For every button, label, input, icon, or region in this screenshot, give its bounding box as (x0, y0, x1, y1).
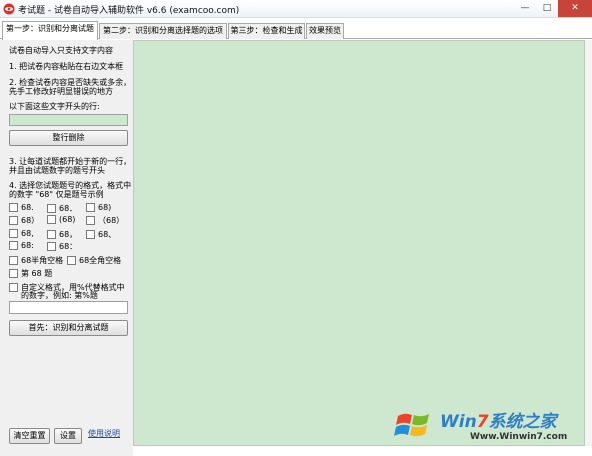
tab-step3[interactable]: 第三步：检查和生成 (228, 23, 305, 39)
checkbox-box[interactable] (9, 256, 18, 265)
instruction-1: 1. 把试卷内容粘贴在右边文本框 (9, 62, 124, 71)
minimize-button[interactable]: — (514, 0, 536, 17)
format-label: 68: (21, 241, 34, 250)
tab-step1[interactable]: 第一步：识别和分离试题 (2, 21, 98, 40)
checkbox-box[interactable] (9, 216, 18, 225)
watermark-cn: 系统之家 (488, 412, 557, 432)
format-label: 68， (59, 230, 78, 239)
help-link[interactable]: 使用说明 (88, 428, 120, 439)
window-controls: — □ ✕ (514, 0, 592, 18)
full-space-label: 68全角空格 (79, 256, 122, 265)
checkbox-box[interactable] (47, 242, 56, 251)
maximize-button[interactable]: □ (536, 0, 558, 17)
format-checkbox[interactable]: （68） (86, 215, 124, 226)
checkbox-box[interactable] (86, 230, 95, 239)
watermark-seven: 7 (476, 412, 489, 432)
format-checkbox[interactable]: 68： (47, 241, 77, 252)
format-checkbox[interactable]: 68． (47, 203, 77, 214)
checkbox-box[interactable] (47, 204, 56, 213)
delete-lines-button[interactable]: 整行删除 (9, 130, 128, 146)
format-checkbox[interactable]: 68、 (86, 229, 116, 240)
settings-button[interactable]: 设置 (54, 428, 82, 444)
instruction-2-line2: 先手工修改好明显错误的地方 (9, 87, 113, 96)
checkbox-box[interactable] (9, 241, 18, 250)
format-label: 68) (98, 203, 112, 212)
custom-format-input[interactable] (9, 301, 128, 314)
watermark-brand: Win7系统之家 (440, 407, 557, 432)
format-checkbox[interactable]: 68, (9, 229, 34, 238)
checkbox-box[interactable] (9, 203, 18, 212)
watermark-url: Www.Winwin7.com (470, 432, 568, 442)
format-label: 68, (21, 229, 34, 238)
instruction-4-line2: 的数字 "68" 仅是题号示例 (9, 190, 104, 199)
checkbox-box[interactable] (86, 203, 95, 212)
split-questions-button[interactable]: 首先：识别和分离试题 (9, 320, 128, 336)
format-label: (68) (59, 215, 76, 224)
format-checkbox[interactable]: 68） (9, 215, 39, 226)
tab-bar: 第一步：识别和分离试题 第二步：识别和分离选择题的选项 第三步：检查和生成 效果… (0, 21, 592, 40)
full-space-checkbox[interactable]: 68全角空格 (67, 255, 121, 266)
close-button[interactable]: ✕ (558, 0, 592, 17)
format-checkbox[interactable]: (68) (47, 215, 75, 224)
half-space-label: 68半角空格 (21, 256, 64, 265)
title-bar: 考试题 - 试卷自动导入辅助软件 v6.6 (examcoo.com) — □ … (0, 0, 592, 18)
format-checkbox[interactable]: 68， (47, 229, 77, 240)
checkbox-box[interactable] (86, 216, 95, 225)
di-ti-checkbox[interactable]: 第 68 题 (9, 268, 52, 279)
checkbox-box[interactable] (47, 230, 56, 239)
half-space-checkbox[interactable]: 68半角空格 (9, 255, 63, 266)
format-label: 68： (59, 242, 78, 251)
format-label: 68． (59, 204, 78, 213)
delete-prefix-input[interactable] (9, 114, 128, 126)
right-strip (585, 40, 592, 446)
di-ti-label: 第 68 题 (21, 269, 53, 278)
format-checkbox[interactable]: 68) (86, 203, 111, 212)
clear-reset-button[interactable]: 清空重置 (9, 428, 50, 444)
format-label: （68） (98, 216, 125, 225)
format-label: 68. (21, 203, 34, 212)
checkbox-box[interactable] (9, 283, 18, 292)
custom-format-label-2: 的数字，例如: 第%题 (21, 291, 98, 300)
checkbox-box[interactable] (9, 269, 18, 278)
format-label: 68） (21, 216, 40, 225)
format-label: 68、 (98, 230, 117, 239)
question-text-editor[interactable] (133, 40, 585, 446)
format-checkbox[interactable]: 68. (9, 203, 34, 212)
checkbox-box[interactable] (9, 229, 18, 238)
checkbox-box[interactable] (67, 256, 76, 265)
instruction-3-line2: 并且由试题数字的题号开头 (9, 166, 105, 175)
tab-preview[interactable]: 效果预览 (306, 23, 344, 39)
checkbox-box[interactable] (47, 215, 56, 224)
app-logo-icon (3, 3, 15, 15)
note-text: 试卷自动导入只支持文字内容 (9, 46, 113, 55)
window-title: 考试题 - 试卷自动导入辅助软件 v6.6 (examcoo.com) (18, 6, 240, 16)
format-checkbox[interactable]: 68: (9, 241, 34, 250)
tab-step2[interactable]: 第二步：识别和分离选择题的选项 (99, 23, 227, 39)
delete-lines-label: 以下面这些文字开头的行: (9, 102, 100, 111)
watermark-win: Win (440, 412, 477, 432)
windows-logo-icon (394, 413, 429, 437)
